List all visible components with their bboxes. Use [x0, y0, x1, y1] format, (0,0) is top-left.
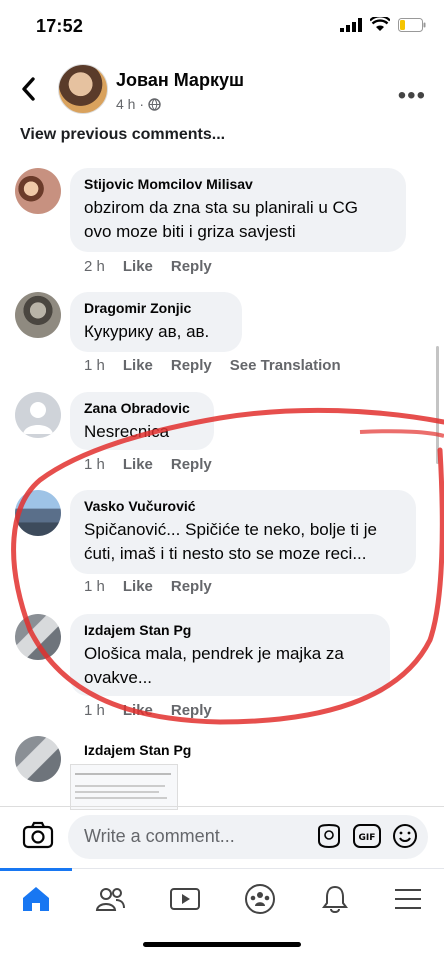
comment-bubble: Stijovic Momcilov Milisav obzirom da zna…: [70, 168, 406, 252]
comment-text: ovo moze biti i griza savjesti: [84, 222, 296, 241]
like-button[interactable]: Like: [123, 578, 153, 595]
emoji-icon[interactable]: [392, 823, 418, 849]
author-avatar[interactable]: [58, 64, 108, 114]
reply-button[interactable]: Reply: [171, 578, 212, 595]
commenter-avatar[interactable]: [15, 168, 61, 214]
commenter-name[interactable]: Dragomir Zonjic: [84, 300, 228, 316]
wifi-icon: [370, 17, 390, 31]
comment-text: ćuti, imaš i ti nesto sto se moze reci..…: [84, 544, 367, 563]
friends-icon: [95, 888, 125, 911]
more-options-icon[interactable]: •••: [398, 82, 426, 110]
status-icons: [340, 17, 426, 32]
comment-composer: Write a comment... GIF: [0, 806, 444, 867]
nav-watch[interactable]: [165, 879, 205, 919]
comment-text: Кукурику ав, ав.: [84, 322, 210, 341]
composer-icons: GIF: [316, 823, 418, 849]
reply-button[interactable]: Reply: [171, 456, 212, 473]
comment-input-placeholder: Write a comment...: [84, 826, 235, 846]
status-time: 17:52: [36, 16, 84, 36]
camera-icon[interactable]: [22, 821, 54, 849]
home-indicator[interactable]: [143, 942, 301, 947]
post-author[interactable]: Јован Маркуш: [116, 70, 244, 91]
nav-active-indicator: [0, 868, 72, 871]
see-translation-button[interactable]: See Translation: [230, 357, 341, 374]
post-meta: 4 h ·: [116, 96, 161, 112]
view-previous-comments[interactable]: View previous comments...: [20, 126, 225, 144]
comment-actions: 1 h Like Reply: [84, 456, 212, 473]
comment-time: 1 h: [84, 357, 105, 374]
commenter-avatar[interactable]: [15, 614, 61, 660]
comment-actions: 2 h Like Reply: [84, 258, 212, 275]
gif-label: GIF: [359, 833, 376, 843]
back-arrow-icon[interactable]: [16, 74, 42, 104]
bottom-nav: [0, 868, 444, 929]
reply-button[interactable]: Reply: [171, 357, 212, 374]
commenter-name[interactable]: Stijovic Momcilov Milisav: [84, 176, 392, 192]
comment-bubble: Zana Obradovic Nesrecnica: [70, 392, 214, 450]
like-button[interactable]: Like: [123, 702, 153, 719]
video-icon: [170, 888, 200, 910]
comment-bubble: Vasko Vučurović Spičanović... Spičiće te…: [70, 490, 416, 574]
comment-bubble: Izdajem Stan Pg Ološica mala, pendrek je…: [70, 614, 390, 696]
gif-icon[interactable]: GIF: [352, 823, 382, 849]
signal-icon: [340, 17, 362, 32]
nav-friends[interactable]: [90, 879, 130, 919]
nav-home[interactable]: [16, 879, 56, 919]
comment-input[interactable]: Write a comment... GIF: [68, 815, 428, 859]
commenter-avatar[interactable]: [15, 736, 61, 782]
globe-icon: [148, 97, 161, 111]
comment-time: 2 h: [84, 258, 105, 275]
commenter-avatar[interactable]: [15, 490, 61, 536]
commenter-name[interactable]: Zana Obradovic: [84, 400, 200, 416]
comment-actions: 1 h Like Reply: [84, 702, 212, 719]
commenter-name[interactable]: Vasko Vučurović: [84, 498, 402, 514]
comment-time: 1 h: [84, 456, 105, 473]
status-bar: 17:52: [0, 0, 444, 52]
default-avatar-icon: [23, 402, 53, 434]
groups-icon: [245, 884, 275, 914]
reply-button[interactable]: Reply: [171, 702, 212, 719]
nav-notifications[interactable]: [315, 879, 355, 919]
hamburger-menu-icon: [395, 889, 421, 909]
scrollbar[interactable]: [436, 346, 439, 464]
comment-text: Nesrecnica: [84, 422, 170, 441]
commenter-avatar[interactable]: [15, 392, 61, 438]
home-icon: [23, 887, 49, 911]
comment-text: Spičanović... Spičiće te neko, bolje ti …: [84, 520, 377, 539]
post-header: Јован Маркуш 4 h · •••: [0, 60, 444, 122]
comment-time: 1 h: [84, 578, 105, 595]
comment-image-thumbnail[interactable]: [70, 764, 178, 810]
comment-text: Ološica mala, pendrek je majka za: [84, 644, 344, 663]
like-button[interactable]: Like: [123, 357, 153, 374]
like-button[interactable]: Like: [123, 456, 153, 473]
nav-menu[interactable]: [388, 879, 428, 919]
like-button[interactable]: Like: [123, 258, 153, 275]
comment-actions: 1 h Like Reply See Translation: [84, 357, 341, 374]
comment-text: ovakve...: [84, 668, 153, 687]
post-time: 4 h ·: [116, 96, 145, 112]
comment-text: obzirom da zna sta su planirali u CG: [84, 198, 359, 217]
comment-time: 1 h: [84, 702, 105, 719]
reply-button[interactable]: Reply: [171, 258, 212, 275]
commenter-name[interactable]: Izdajem Stan Pg: [84, 742, 191, 758]
comment-bubble: Dragomir Zonjic Кукурику ав, ав.: [70, 292, 242, 352]
battery-icon: [398, 17, 426, 32]
nav-groups[interactable]: [240, 879, 280, 919]
commenter-name[interactable]: Izdajem Stan Pg: [84, 622, 376, 638]
avatar-sticker-icon[interactable]: [316, 823, 342, 849]
comment-actions: 1 h Like Reply: [84, 578, 212, 595]
commenter-avatar[interactable]: [15, 292, 61, 338]
bell-icon: [322, 885, 348, 913]
